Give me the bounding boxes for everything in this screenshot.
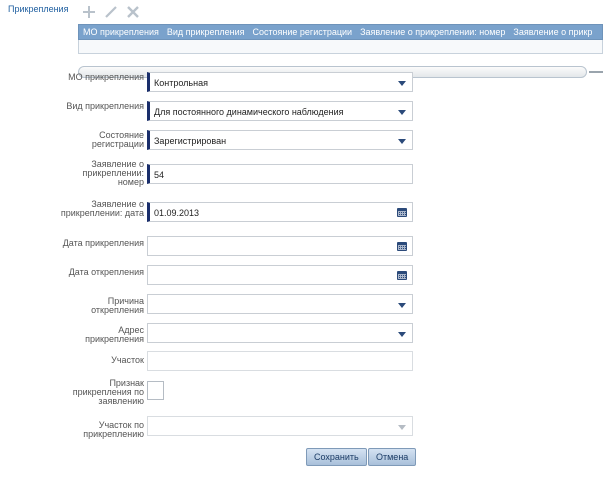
- district-by-attach-label: Участок по прикреплению: [83, 420, 144, 439]
- app-date-value: 01.09.2013: [154, 208, 200, 218]
- address-label: Адрес прикрепления: [85, 325, 144, 344]
- grid-column-header[interactable]: Заявление о прикр: [509, 25, 596, 39]
- state-value: Зарегистрирован: [154, 136, 227, 146]
- attach-date-label: Дата прикрепления: [62, 238, 144, 248]
- chevron-down-icon[interactable]: [398, 81, 406, 86]
- cancel-button[interactable]: Отмена: [368, 448, 417, 466]
- save-button[interactable]: Сохранить: [306, 448, 367, 466]
- scrollbar-end: [589, 71, 603, 73]
- app-date-input[interactable]: 01.09.2013: [147, 202, 413, 222]
- kind-label: Вид прикрепления: [66, 101, 144, 111]
- calendar-icon[interactable]: [397, 208, 407, 217]
- district-by-attach-select[interactable]: [147, 416, 413, 436]
- kind-select[interactable]: Для постоянного динамического наблюдения: [147, 101, 413, 121]
- grid-column-header[interactable]: Заявление о прикреплении: номер: [356, 25, 509, 39]
- chevron-down-icon[interactable]: [398, 110, 406, 115]
- chevron-down-icon[interactable]: [398, 425, 406, 430]
- attachments-grid: МО прикрепления Вид прикрепления Состоян…: [78, 24, 603, 78]
- state-select[interactable]: Зарегистрирован: [147, 130, 413, 150]
- detach-reason-select[interactable]: [147, 294, 413, 314]
- district-label: Участок: [111, 355, 144, 365]
- add-icon[interactable]: [82, 5, 96, 19]
- toolbar: [82, 5, 140, 19]
- calendar-icon[interactable]: [397, 242, 407, 251]
- address-select[interactable]: [147, 323, 413, 343]
- calendar-icon[interactable]: [397, 271, 407, 280]
- mo-value: Контрольная: [154, 78, 208, 88]
- app-date-label: Заявление о прикреплении: дата: [60, 199, 144, 218]
- app-number-input[interactable]: 54: [147, 164, 413, 184]
- chevron-down-icon[interactable]: [398, 303, 406, 308]
- detach-reason-label: Причина открепления: [91, 296, 144, 315]
- grid-column-header[interactable]: Вид прикрепления: [163, 25, 249, 39]
- district-input[interactable]: [147, 351, 413, 371]
- state-label: Состояние регистрации: [91, 130, 144, 149]
- attach-date-input[interactable]: [147, 236, 413, 256]
- edit-icon[interactable]: [104, 5, 118, 19]
- app-number-label: Заявление о прикреплении: номер: [82, 159, 144, 187]
- mo-label: МО прикрепления: [68, 72, 144, 82]
- grid-column-header[interactable]: Состояние регистрации: [249, 25, 357, 39]
- grid-column-header[interactable]: МО прикрепления: [79, 25, 163, 39]
- panel-title: Прикрепления: [8, 4, 69, 14]
- kind-value: Для постоянного динамического наблюдения: [154, 107, 344, 117]
- detach-date-input[interactable]: [147, 265, 413, 285]
- by-application-label: Признак прикрепления по заявлению: [72, 378, 144, 406]
- by-application-checkbox[interactable]: [147, 381, 164, 400]
- app-number-value: 54: [154, 170, 165, 180]
- detach-date-label: Дата открепления: [68, 267, 144, 277]
- chevron-down-icon[interactable]: [398, 139, 406, 144]
- chevron-down-icon[interactable]: [398, 332, 406, 337]
- grid-body: [78, 40, 603, 54]
- mo-select[interactable]: Контрольная: [147, 72, 413, 92]
- grid-header: МО прикрепления Вид прикрепления Состоян…: [78, 24, 603, 40]
- delete-icon[interactable]: [126, 5, 140, 19]
